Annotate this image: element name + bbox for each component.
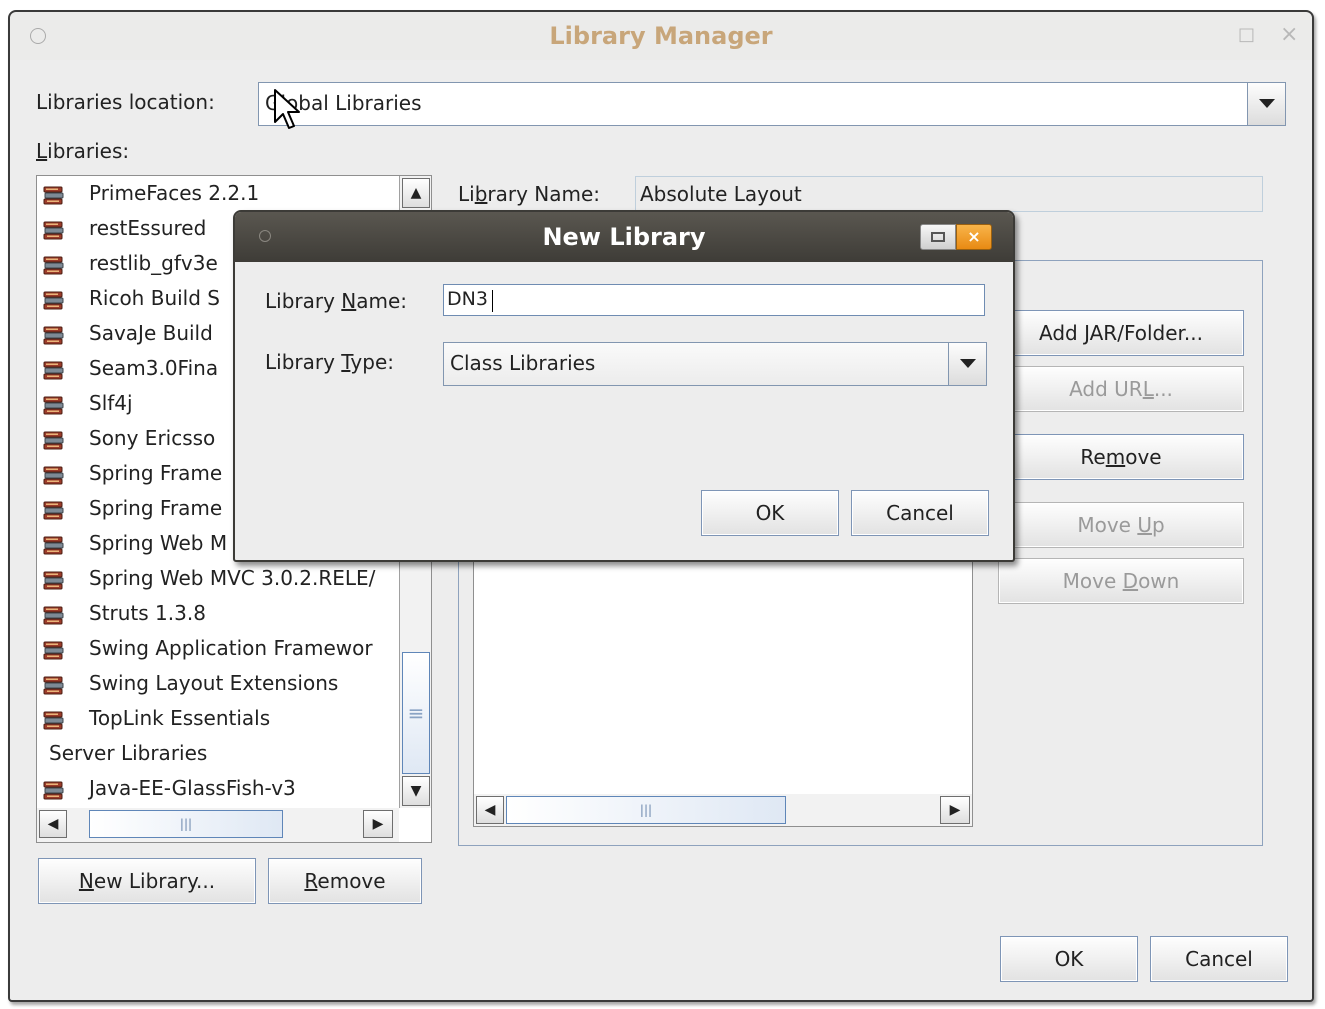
library-books-icon [43,641,64,660]
move-up-button[interactable]: Move Up [998,502,1244,548]
library-books-icon [43,326,64,345]
list-item-label: Struts 1.3.8 [89,601,206,625]
remove-library-button[interactable]: Remove [268,858,422,904]
move-down-button[interactable]: Move Down [998,558,1244,604]
dialog-cancel-button[interactable]: Cancel [851,490,989,536]
list-item-label: Spring Frame [89,496,223,520]
location-dropdown-button[interactable] [1247,83,1285,125]
library-books-icon [43,396,64,415]
vertical-scroll-thumb[interactable]: ≡ [402,652,430,774]
list-item-label: Swing Application Framewor [89,636,373,660]
scroll-left-button[interactable]: ◀ [39,810,67,838]
maximize-icon[interactable]: □ [1238,24,1255,45]
list-item-label: Sony Ericsso [89,426,216,450]
list-item-label: Spring Web M [89,531,228,555]
list-item-label: PrimeFaces 2.2.1 [89,181,260,205]
list-item[interactable]: Java-EE-GlassFish-v3 [37,773,397,808]
list-item[interactable]: Swing Layout Extensions [37,668,397,703]
window-title: Library Manager [549,22,773,50]
libraries-location-label: Libraries location: [36,90,215,114]
scroll-up-button[interactable]: ▲ [402,178,430,208]
library-books-icon [43,501,64,520]
titlebar: Library Manager □ × [10,12,1312,60]
list-item[interactable]: Struts 1.3.8 [37,598,397,633]
library-name-value: Absolute Layout [640,182,802,206]
add-jar-folder-button[interactable]: Add JAR/Folder... [998,310,1244,356]
library-books-icon [43,466,64,485]
maximize-icon [931,232,945,242]
classpath-scroll-right-button[interactable]: ▶ [940,796,970,824]
dialog-ok-button[interactable]: OK [701,490,839,536]
list-item[interactable]: PrimeFaces 2.2.1 [37,178,397,213]
library-books-icon [43,711,64,730]
chevron-down-icon [960,359,976,368]
dialog-library-name-input[interactable]: DN3 [443,284,985,316]
library-books-icon [43,256,64,275]
dialog-library-type-value: Class Libraries [450,351,596,375]
scroll-down-button[interactable]: ▼ [402,776,430,806]
list-item[interactable]: TopLink Essentials [37,703,397,738]
text-caret [492,290,493,312]
list-item[interactable]: Swing Application Framewor [37,633,397,668]
list-item-label: Ricoh Build S [89,286,220,310]
list-item-label: Spring Frame [89,461,223,485]
list-category[interactable]: Server Libraries [37,738,397,773]
classpath-scroll-left-button[interactable]: ◀ [476,796,504,824]
list-item-label: Server Libraries [49,741,208,765]
dialog-close-button[interactable]: × [956,224,992,250]
list-item-label: SavaJe Build [89,321,213,345]
library-books-icon [43,536,64,555]
list-item-label: Spring Web MVC 3.0.2.RELE/ [89,566,376,590]
dialog-maximize-button[interactable] [920,224,956,250]
classpath-horizontal-scrollbar[interactable]: ◀ ||| ▶ [474,794,972,826]
dialog-library-name-value: DN3 [447,288,488,310]
classpath-list[interactable]: ◀ ||| ▶ [473,521,973,827]
close-icon[interactable]: × [1280,22,1298,47]
new-library-dialog: New Library × Library Name: DN3 Library … [233,210,1015,562]
list-item-label: restEssured [89,216,207,240]
library-books-icon [43,186,64,205]
libraries-location-combo[interactable]: Global Libraries [258,82,1286,126]
list-item-label: restlib_gfv3e [89,251,218,275]
library-books-icon [43,571,64,590]
libraries-label: Libraries: [36,139,130,163]
mouse-cursor-icon [274,89,300,129]
dialog-library-type-combo[interactable]: Class Libraries [443,342,987,386]
library-books-icon [43,291,64,310]
cancel-button[interactable]: Cancel [1150,936,1288,982]
horizontal-scroll-thumb[interactable]: ||| [89,810,283,838]
list-item-label: Java-EE-GlassFish-v3 [89,776,296,800]
library-books-icon [43,606,64,625]
dialog-library-name-label: Library Name: [265,289,408,313]
library-books-icon [43,221,64,240]
dialog-titlebar: New Library × [235,212,1013,262]
add-url-button[interactable]: Add URL... [998,366,1244,412]
library-name-field: Absolute Layout [635,176,1263,212]
libraries-horizontal-scrollbar[interactable]: ◀ ||| ▶ [37,808,399,842]
scroll-right-button[interactable]: ▶ [363,810,393,838]
close-icon: × [967,227,981,246]
list-item-label: TopLink Essentials [89,706,271,730]
library-name-label: Library Name: [458,182,601,206]
list-item-label: Swing Layout Extensions [89,671,339,695]
new-library-button[interactable]: New Library... [38,858,256,904]
classpath-scroll-thumb[interactable]: ||| [506,796,786,824]
type-dropdown-button[interactable] [948,343,986,385]
list-item-label: Slf4j [89,391,133,415]
library-books-icon [43,431,64,450]
library-books-icon [43,361,64,380]
library-books-icon [43,676,64,695]
list-item-label: Seam3.0Fina [89,356,219,380]
chevron-down-icon [1259,99,1275,108]
dialog-title: New Library [542,223,706,251]
dialog-library-type-label: Library Type: [265,350,394,374]
remove-jar-button[interactable]: Remove [998,434,1244,480]
library-books-icon [43,781,64,800]
ok-button[interactable]: OK [1000,936,1138,982]
list-item[interactable]: Spring Web MVC 3.0.2.RELE/ [37,563,397,598]
